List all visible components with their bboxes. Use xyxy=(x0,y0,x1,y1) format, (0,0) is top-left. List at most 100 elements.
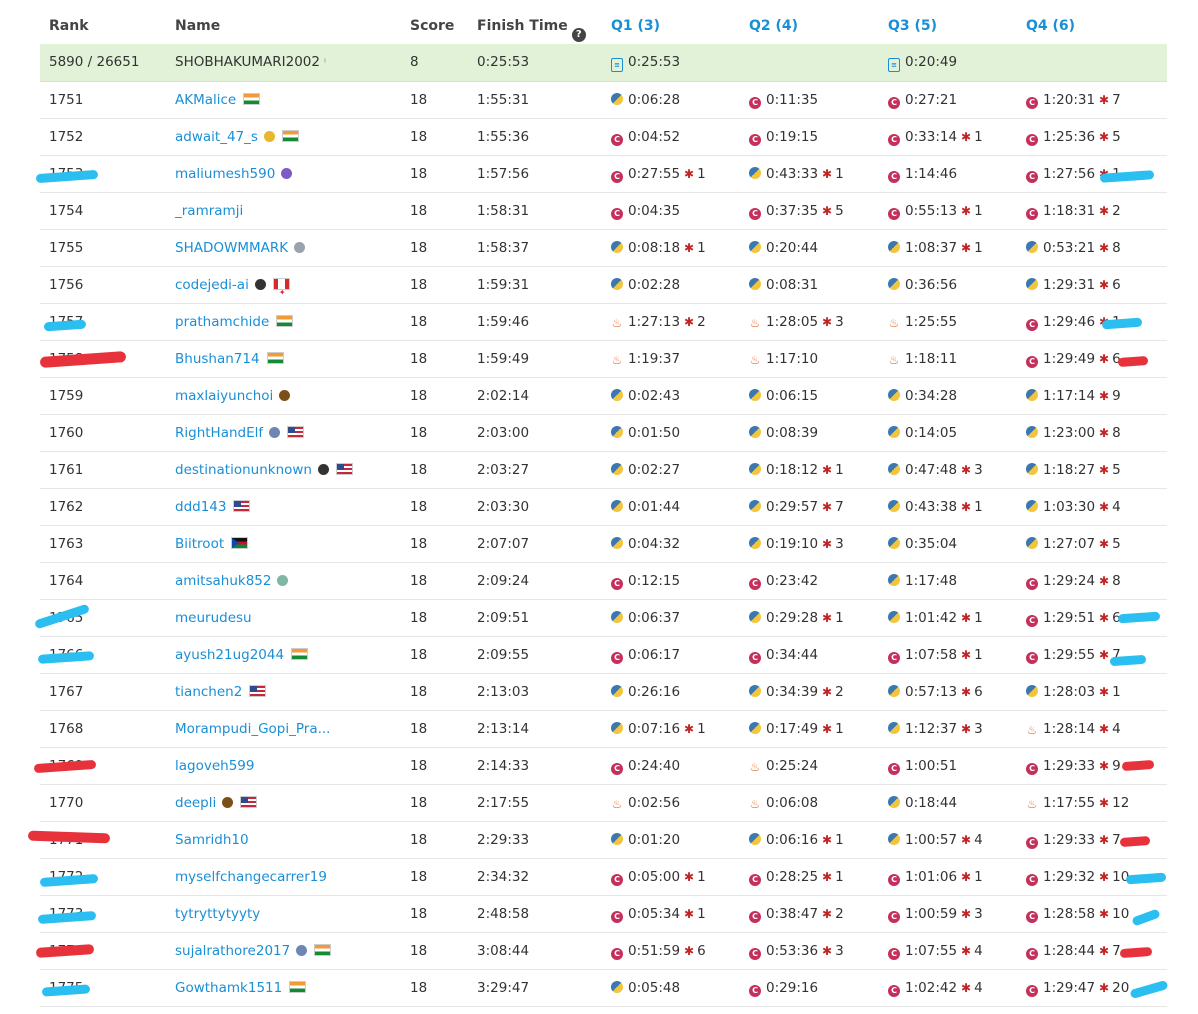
q2-result[interactable]: C 0:53:36 ✱ 3 xyxy=(749,933,844,969)
q1-result[interactable]: 0:01:44 xyxy=(611,489,680,525)
q3-result[interactable]: C 0:33:14 ✱ 1 xyxy=(888,119,983,155)
q3-result[interactable]: C 1:00:59 ✱ 3 xyxy=(888,896,983,932)
header-q4[interactable]: Q4 (6) xyxy=(1026,18,1075,34)
q4-result[interactable]: C 1:20:31 ✱ 7 xyxy=(1026,82,1121,118)
q3-result[interactable]: ♨ 1:18:11 xyxy=(888,341,957,377)
user-link[interactable]: RightHandElf xyxy=(175,425,263,441)
q2-result[interactable]: 0:06:15 xyxy=(749,378,818,414)
q2-result[interactable]: C 0:38:47 ✱ 2 xyxy=(749,896,844,932)
q1-result[interactable]: ♨ 1:19:37 xyxy=(611,341,680,377)
q2-result[interactable]: 0:34:39 ✱ 2 xyxy=(749,674,844,710)
user-link[interactable]: prathamchide xyxy=(175,314,269,330)
q3-result[interactable]: C 1:01:06 ✱ 1 xyxy=(888,859,983,895)
q3-result[interactable]: 0:34:28 xyxy=(888,378,957,414)
user-link[interactable]: tytryttytyyty xyxy=(175,906,260,922)
q4-result[interactable]: 1:27:07 ✱ 5 xyxy=(1026,526,1121,562)
q1-result[interactable]: C 0:05:00 ✱ 1 xyxy=(611,859,706,895)
q2-result[interactable]: C 0:34:44 xyxy=(749,637,818,673)
user-link[interactable]: tianchen2 xyxy=(175,684,242,700)
q4-result[interactable]: 1:03:30 ✱ 4 xyxy=(1026,489,1121,525)
q4-result[interactable]: ♨ 1:28:14 ✱ 4 xyxy=(1026,711,1121,747)
header-q2[interactable]: Q2 (4) xyxy=(749,18,798,34)
q1-result[interactable]: C 0:51:59 ✱ 6 xyxy=(611,933,706,969)
q4-result[interactable]: 1:23:00 ✱ 8 xyxy=(1026,415,1121,451)
user-link[interactable]: myselfchangecarrer19 xyxy=(175,869,327,885)
q3-result[interactable]: C 1:07:58 ✱ 1 xyxy=(888,637,983,673)
user-link[interactable]: SHADOWMMARK xyxy=(175,240,288,256)
q2-result[interactable]: ♨ 1:28:05 ✱ 3 xyxy=(749,304,844,340)
q2-result[interactable]: ♨ 0:25:24 xyxy=(749,748,818,784)
user-link[interactable]: _ramramji xyxy=(175,203,243,219)
q3-result[interactable]: C 1:07:55 ✱ 4 xyxy=(888,933,983,969)
q1-result[interactable]: 0:01:20 xyxy=(611,822,680,858)
q3-result[interactable]: C 0:55:13 ✱ 1 xyxy=(888,193,983,229)
q1-result[interactable]: ♨ 1:27:13 ✱ 2 xyxy=(611,304,706,340)
q3-result[interactable]: C 1:02:42 ✱ 4 xyxy=(888,970,983,1006)
q2-result[interactable]: C 0:23:42 xyxy=(749,563,818,599)
q1-result[interactable]: 0:06:28 xyxy=(611,82,680,118)
q4-result[interactable]: C 1:29:55 ✱ 7 xyxy=(1026,637,1121,673)
q4-result[interactable]: 1:18:27 ✱ 5 xyxy=(1026,452,1121,488)
q2-result[interactable]: ♨ 1:17:10 xyxy=(749,341,818,377)
q3-result[interactable]: C 0:27:21 xyxy=(888,82,957,118)
q4-result[interactable]: 1:17:14 ✱ 9 xyxy=(1026,378,1121,414)
q3-result[interactable]: ♨ 1:25:55 xyxy=(888,304,957,340)
q2-result[interactable]: 0:19:10 ✱ 3 xyxy=(749,526,844,562)
user-link[interactable]: Bhushan714 xyxy=(175,351,260,367)
q4-result[interactable]: C 1:29:33 ✱ 9 xyxy=(1026,748,1121,784)
q1-result[interactable]: 0:02:27 xyxy=(611,452,680,488)
q1-result[interactable]: C 0:12:15 xyxy=(611,563,680,599)
q3-result[interactable]: 1:01:42 ✱ 1 xyxy=(888,600,983,636)
q3-result[interactable]: C 1:00:51 xyxy=(888,748,957,784)
q1-result[interactable]: 0:06:37 xyxy=(611,600,680,636)
q1-result[interactable]: C 0:06:17 xyxy=(611,637,680,673)
q3-result[interactable]: 0:18:44 xyxy=(888,785,957,821)
user-link[interactable]: sujalrathore2017 xyxy=(175,943,290,959)
q4-result[interactable]: C 1:29:33 ✱ 7 xyxy=(1026,822,1121,858)
q4-result[interactable]: C 1:25:36 ✱ 5 xyxy=(1026,119,1121,155)
q2-result[interactable]: C 0:37:35 ✱ 5 xyxy=(749,193,844,229)
q3-result[interactable]: 0:36:56 xyxy=(888,267,957,303)
user-link[interactable]: Gowthamk1511 xyxy=(175,980,282,996)
user-link[interactable]: codejedi-ai xyxy=(175,277,249,293)
q3-result[interactable]: 1:08:37 ✱ 1 xyxy=(888,230,983,266)
q3-result[interactable]: 1:12:37 ✱ 3 xyxy=(888,711,983,747)
user-link[interactable]: amitsahuk852 xyxy=(175,573,271,589)
q2-result[interactable]: C 0:11:35 xyxy=(749,82,818,118)
q1-result[interactable]: 0:26:16 xyxy=(611,674,680,710)
user-link[interactable]: adwait_47_s xyxy=(175,129,258,145)
q4-result[interactable]: C 1:29:24 ✱ 8 xyxy=(1026,563,1121,599)
q3-result[interactable]: 1:17:48 xyxy=(888,563,957,599)
q2-result[interactable]: 0:20:44 xyxy=(749,230,818,266)
q2-result[interactable]: 0:18:12 ✱ 1 xyxy=(749,452,844,488)
q3-result[interactable]: 0:47:48 ✱ 3 xyxy=(888,452,983,488)
q1-result[interactable]: 0:04:32 xyxy=(611,526,680,562)
header-q1[interactable]: Q1 (3) xyxy=(611,18,660,34)
q4-result[interactable]: C 1:29:47 ✱ 20 xyxy=(1026,970,1129,1006)
q1-result[interactable]: C 0:04:35 xyxy=(611,193,680,229)
q1-result[interactable]: 0:07:16 ✱ 1 xyxy=(611,711,706,747)
q1-result[interactable]: 0:05:48 xyxy=(611,970,680,1006)
q2-result[interactable]: 0:06:16 ✱ 1 xyxy=(749,822,844,858)
q1-result[interactable]: 0:01:50 xyxy=(611,415,680,451)
my-q3[interactable]: ≡ 0:20:49 xyxy=(888,44,957,80)
q2-result[interactable]: C 0:28:25 ✱ 1 xyxy=(749,859,844,895)
q2-result[interactable]: C 0:19:15 xyxy=(749,119,818,155)
q2-result[interactable]: 0:29:57 ✱ 7 xyxy=(749,489,844,525)
q2-result[interactable]: 0:29:28 ✱ 1 xyxy=(749,600,844,636)
user-link[interactable]: Morampudi_Gopi_Pra... xyxy=(175,721,330,737)
info-icon[interactable]: ⁱ xyxy=(324,56,326,69)
user-link[interactable]: ddd143 xyxy=(175,499,226,515)
q2-result[interactable]: 0:17:49 ✱ 1 xyxy=(749,711,844,747)
user-link[interactable]: ayush21ug2044 xyxy=(175,647,284,663)
q1-result[interactable]: C 0:27:55 ✱ 1 xyxy=(611,156,706,192)
user-link[interactable]: AKMalice xyxy=(175,92,236,108)
q4-result[interactable]: C 1:28:44 ✱ 7 xyxy=(1026,933,1121,969)
my-q1[interactable]: ≡ 0:25:53 xyxy=(611,44,680,80)
q1-result[interactable]: 0:02:28 xyxy=(611,267,680,303)
q3-result[interactable]: 0:43:38 ✱ 1 xyxy=(888,489,983,525)
q4-result[interactable]: 1:29:31 ✱ 6 xyxy=(1026,267,1121,303)
q1-result[interactable]: 0:08:18 ✱ 1 xyxy=(611,230,706,266)
q2-result[interactable]: ♨ 0:06:08 xyxy=(749,785,818,821)
user-link[interactable]: Samridh10 xyxy=(175,832,249,848)
